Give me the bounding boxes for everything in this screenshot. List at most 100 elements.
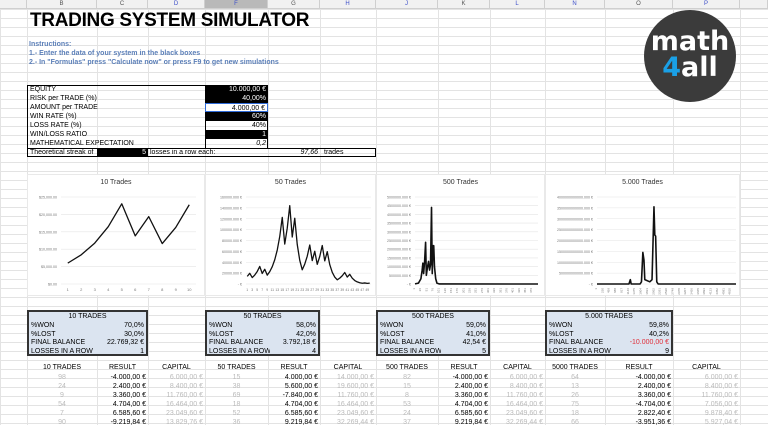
column-header-f[interactable]: F [205,0,268,9]
trade-result: 6.585,60 € [268,409,320,418]
trade-random-number: 82 [376,373,438,382]
logo-text-top: math [644,28,736,55]
y-tick-label: 2000000000000.000 € [557,239,593,243]
x-tick-label: 43 [350,288,354,292]
chart-3: 5.000 Trades- €500000000000.000 €1000000… [545,174,740,296]
series-line [68,204,190,263]
table-header: CAPITAL [490,363,545,372]
x-tick-label: 151 [449,288,453,293]
column-header-h[interactable]: H [320,0,376,9]
x-tick-label: 37 [335,288,339,292]
x-tick-label: 2062 [651,288,655,295]
x-tick-label: 276 [480,288,484,293]
column-header-l[interactable]: L [490,0,545,9]
y-tick-label: $15,000.00 [39,230,57,234]
input-value-field[interactable]: 40,00% [205,94,268,103]
x-tick-label: 31 [320,288,324,292]
trade-result: 5.600,00 € [268,382,320,391]
x-tick-label: 9 [266,288,268,292]
trade-random-number: 75 [545,400,605,409]
input-value-field[interactable]: 1 [205,130,268,139]
y-tick-label: 40000.000 € [222,261,242,265]
trade-capital: 32.269,44 € [490,418,545,427]
table-header: 500 TRADES [376,363,438,372]
column-header-p[interactable]: P [673,0,740,9]
trade-capital: 16.464,00 € [490,400,545,409]
x-tick-label: 5 [121,287,124,292]
streak-trades-unit: trades [322,148,362,157]
x-tick-label: 33 [325,288,329,292]
trade-random-number: 18 [205,400,268,409]
chart-0: 10 Trades$0.00$5,000.00$10,000.00$15,000… [27,174,205,296]
column-header-k[interactable]: K [438,0,490,9]
trade-result: 3.360,00 € [97,391,148,400]
summary-title: 50 TRADES [207,312,318,321]
x-tick-label: 2978 [677,288,681,295]
select-all-corner[interactable] [0,0,27,9]
column-header-b[interactable]: B [27,0,97,9]
column-header-o[interactable]: O [605,0,673,9]
summary-box: 50 TRADES%WON58,0%%LOST42,0%FINAL BALANC… [205,310,320,356]
y-tick-label: - € [238,283,242,287]
trade-result: -9.219,84 € [97,418,148,427]
trade-random-number: 52 [205,409,268,418]
column-header-n[interactable]: N [545,0,605,9]
y-tick-label: 1500000000000.000 € [557,250,593,254]
streak-count-field[interactable]: 5 [97,148,148,157]
x-tick-label: 426 [517,288,521,293]
x-tick-label: 13 [275,288,279,292]
instruction-1: 1.- Enter the data of your system in the… [29,50,200,57]
table-header: 5000 TRADES [545,363,605,372]
input-label: AMOUNT per TRADE [28,103,204,112]
trade-result: 4.704,00 € [268,400,320,409]
summary-title: 5.000 TRADES [547,312,671,321]
table-header: CAPITAL [673,363,740,372]
y-tick-label: 3500000.000 € [387,222,411,226]
column-gridline [0,0,1,425]
x-tick-label: 251 [474,288,478,293]
trade-capital: 6.000,00 € [673,373,740,382]
column-header-g[interactable]: G [268,0,320,9]
column-header-c[interactable]: C [97,0,148,9]
trade-random-number: 66 [545,418,605,427]
input-value-field[interactable]: 40% [205,121,268,130]
y-tick-label: $5,000.00 [41,265,57,269]
column-header-extra[interactable] [740,0,768,9]
trade-capital: 11.760,00 € [320,391,376,400]
x-tick-label: 3436 [690,288,694,295]
trade-result: 4.000,00 € [268,373,320,382]
trade-result: 2.822,40 € [605,409,673,418]
x-tick-label: 39 [340,288,344,292]
trade-capital: 11.760,00 € [673,391,740,400]
y-tick-label: 2000000.000 € [387,248,411,252]
x-tick-label: 1 [412,288,416,290]
trade-random-number: 64 [545,373,605,382]
streak-text: losses in a row each: [148,148,258,157]
table-header: RESULT [268,363,320,372]
x-tick-label: 226 [467,288,471,293]
input-value-field[interactable]: 60% [205,112,268,121]
x-tick-label: 1604 [639,288,643,295]
x-tick-label: 10 [187,287,192,292]
y-tick-label: $0.00 [48,283,57,287]
x-tick-label: 451 [523,288,527,293]
column-header-d[interactable]: D [148,0,205,9]
trade-random-number: 15 [205,373,268,382]
x-tick-label: 1 [67,287,70,292]
y-tick-label: 500000000000.000 € [559,272,593,276]
x-tick-label: 2 [80,287,83,292]
input-value-field[interactable]: 10.000,00 € [205,85,268,94]
column-header-j[interactable]: J [376,0,438,9]
table-header: CAPITAL [320,363,376,372]
input-value-field[interactable]: 4.000,00 € [205,103,268,112]
x-tick-label: 2291 [658,288,662,295]
trade-capital: 7.056,00 € [673,400,740,409]
x-tick-label: 6 [134,287,137,292]
streak-trades-value: 97,66 [268,148,320,157]
x-tick-label: 45 [355,288,359,292]
y-tick-label: - € [407,283,411,287]
x-tick-label: 4123 [709,288,713,295]
trade-result: -4.000,00 € [605,373,673,382]
streak-label: Theoretical streak of [28,148,98,157]
trade-capital: 16.464,00 € [148,400,205,409]
